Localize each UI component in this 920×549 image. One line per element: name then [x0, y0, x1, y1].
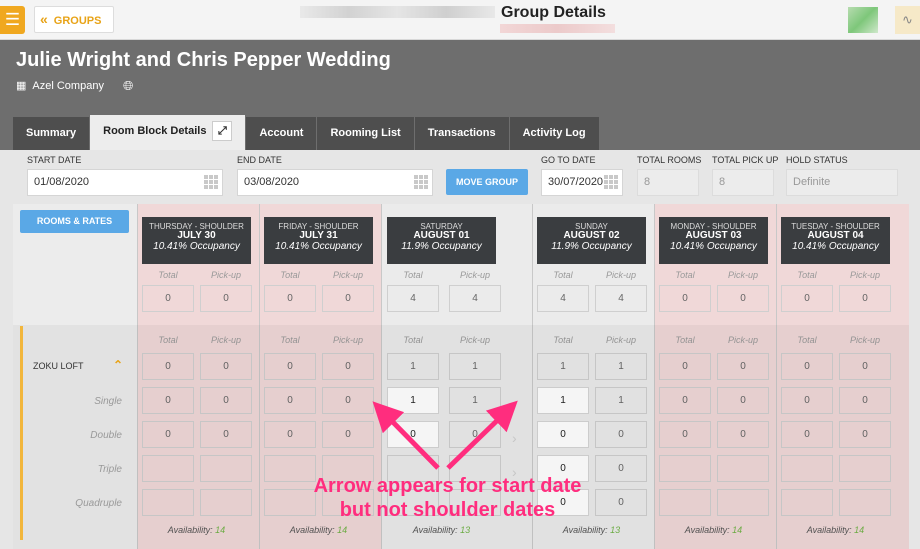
annotation-line-2: but not shoulder dates [339, 499, 556, 521]
annotation-arrow-right [446, 400, 518, 470]
annotation-text: Arrow appears for start date but not shou… [270, 474, 625, 522]
annotation-line-1: Arrow appears for start date [313, 475, 582, 497]
annotation-arrow-left [372, 401, 440, 470]
annotation-arrows [372, 400, 518, 470]
